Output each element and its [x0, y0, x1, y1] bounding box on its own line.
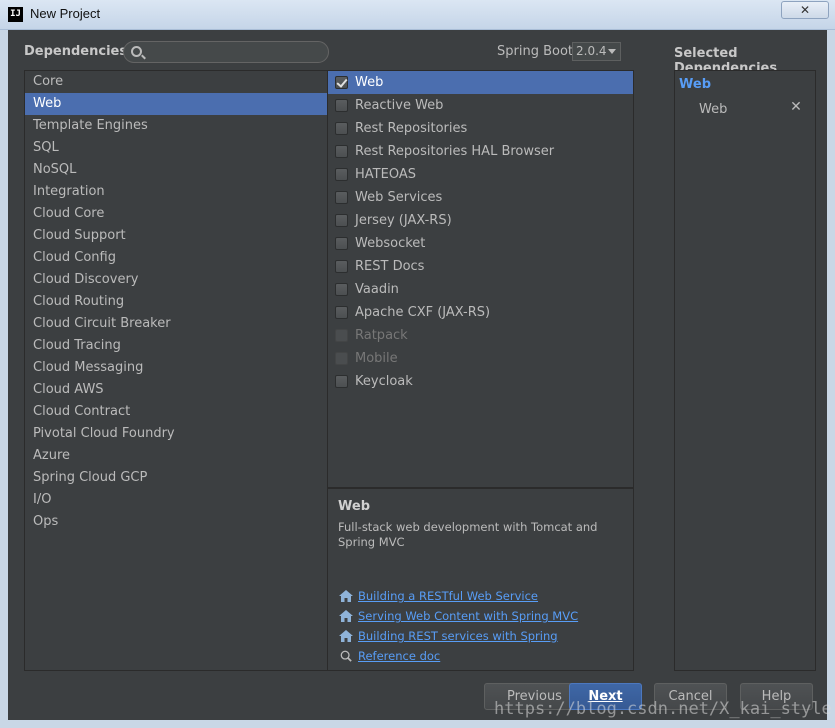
dependency-item[interactable]: Web Services [328, 186, 633, 209]
category-item[interactable]: Cloud Support [25, 225, 327, 247]
guide-link[interactable]: Serving Web Content with Spring MVC [358, 609, 578, 623]
dependencies-label: Dependencies [24, 44, 128, 59]
category-item[interactable]: Core [25, 71, 327, 93]
window-title: New Project [30, 6, 101, 21]
dependency-item: Ratpack [328, 324, 633, 347]
home-icon [339, 630, 353, 642]
dependency-label: Keycloak [355, 374, 413, 389]
dependency-item[interactable]: Apache CXF (JAX-RS) [328, 301, 633, 324]
dependency-item[interactable]: Websocket [328, 232, 633, 255]
category-item[interactable]: Cloud Routing [25, 291, 327, 313]
dependency-checkbox[interactable] [335, 99, 348, 112]
dependency-label: Apache CXF (JAX-RS) [355, 305, 491, 320]
dependency-item[interactable]: Vaadin [328, 278, 633, 301]
intellij-app-icon: IJ [8, 7, 23, 22]
dependency-label: Web Services [355, 190, 443, 205]
category-item[interactable]: Ops [25, 511, 327, 533]
description-panel: Web Full-stack web development with Tomc… [328, 488, 634, 671]
dependency-checkbox[interactable] [335, 237, 348, 250]
category-list: Core Web Template Engines SQL NoSQL Integrati… [24, 70, 328, 671]
dependency-item[interactable]: Rest Repositories HAL Browser [328, 140, 633, 163]
search-input[interactable] [146, 44, 324, 60]
dependency-label: HATEOAS [355, 167, 416, 182]
category-item[interactable]: Cloud Messaging [25, 357, 327, 379]
dependency-list: Web Reactive Web Rest Repositories Rest Rep… [328, 70, 634, 488]
dependency-checkbox[interactable] [335, 122, 348, 135]
category-item[interactable]: Cloud AWS [25, 379, 327, 401]
reference-doc-link[interactable]: Reference doc [358, 649, 440, 663]
dependency-checkbox[interactable] [335, 168, 348, 181]
dependency-checkbox [335, 329, 348, 342]
dependency-item[interactable]: Keycloak [328, 370, 633, 393]
dependency-item[interactable]: Reactive Web [328, 94, 633, 117]
category-item[interactable]: Integration [25, 181, 327, 203]
dependency-label: Vaadin [355, 282, 399, 297]
dependency-checkbox [335, 352, 348, 365]
dependency-checkbox[interactable] [335, 260, 348, 273]
category-item[interactable]: Cloud Circuit Breaker [25, 313, 327, 335]
search-field[interactable] [123, 41, 329, 63]
selected-group-label: Web [679, 77, 711, 92]
dependency-label: REST Docs [355, 259, 425, 274]
dependency-checkbox[interactable] [335, 283, 348, 296]
remove-dependency-icon[interactable]: ✕ [789, 100, 803, 114]
spring-boot-version-select[interactable]: 2.0.4 [572, 42, 621, 61]
window-close-button[interactable]: ✕ [781, 1, 829, 19]
guide-link-row[interactable]: Building a RESTful Web Service [338, 587, 538, 605]
dependency-label: Jersey (JAX-RS) [355, 213, 452, 228]
guide-link[interactable]: Building a RESTful Web Service [358, 589, 538, 603]
dependency-label: Reactive Web [355, 98, 444, 113]
dependency-label: Rest Repositories HAL Browser [355, 144, 555, 159]
selected-dependencies-panel: Web Web ✕ [674, 70, 816, 671]
home-icon [339, 610, 353, 622]
guide-link-row[interactable]: Serving Web Content with Spring MVC [338, 607, 578, 625]
guide-link[interactable]: Building REST services with Spring [358, 629, 558, 643]
category-item[interactable]: Web [25, 93, 327, 115]
title-bar: IJ New Project ✕ [0, 0, 835, 30]
description-text: Full-stack web development with Tomcat a… [338, 520, 598, 549]
dependency-checkbox[interactable] [335, 306, 348, 319]
category-item[interactable]: NoSQL [25, 159, 327, 181]
dependency-label: Ratpack [355, 328, 408, 343]
dependency-checkbox[interactable] [335, 214, 348, 227]
category-item[interactable]: Azure [25, 445, 327, 467]
description-title: Web [338, 499, 370, 514]
dependency-item: Mobile [328, 347, 633, 370]
new-project-dialog: Dependencies Spring Boot 2.0.4 Selected … [8, 30, 827, 720]
dependency-item[interactable]: Rest Repositories [328, 117, 633, 140]
watermark: https://blog.csdn.net/X_kai_style [494, 699, 832, 719]
dependency-checkbox[interactable] [335, 375, 348, 388]
category-item[interactable]: Pivotal Cloud Foundry [25, 423, 327, 445]
category-item[interactable]: Cloud Core [25, 203, 327, 225]
dependency-checkbox[interactable] [335, 76, 348, 89]
dependency-item[interactable]: REST Docs [328, 255, 633, 278]
dependency-item[interactable]: Web [328, 71, 633, 94]
docs-search-icon [340, 650, 352, 662]
dependency-checkbox[interactable] [335, 145, 348, 158]
dependency-item[interactable]: Jersey (JAX-RS) [328, 209, 633, 232]
dependency-label: Web [355, 75, 384, 90]
dependency-item[interactable]: HATEOAS [328, 163, 633, 186]
category-item[interactable]: Cloud Config [25, 247, 327, 269]
category-item[interactable]: Template Engines [25, 115, 327, 137]
chevron-down-icon [608, 49, 616, 54]
dependency-checkbox[interactable] [335, 191, 348, 204]
dependency-label: Rest Repositories [355, 121, 468, 136]
selected-dependency-item: Web [699, 102, 728, 117]
reference-link-row[interactable]: Reference doc [338, 647, 440, 665]
dependency-label: Mobile [355, 351, 398, 366]
category-item[interactable]: SQL [25, 137, 327, 159]
category-item[interactable]: Cloud Contract [25, 401, 327, 423]
search-icon [131, 46, 142, 57]
home-icon [339, 590, 353, 602]
category-item[interactable]: I/O [25, 489, 327, 511]
spring-boot-version-value: 2.0.4 [576, 44, 607, 58]
category-item[interactable]: Spring Cloud GCP [25, 467, 327, 489]
category-item[interactable]: Cloud Discovery [25, 269, 327, 291]
category-item[interactable]: Cloud Tracing [25, 335, 327, 357]
dependency-label: Websocket [355, 236, 426, 251]
guide-link-row[interactable]: Building REST services with Spring [338, 627, 558, 645]
spring-boot-label: Spring Boot [497, 44, 574, 59]
